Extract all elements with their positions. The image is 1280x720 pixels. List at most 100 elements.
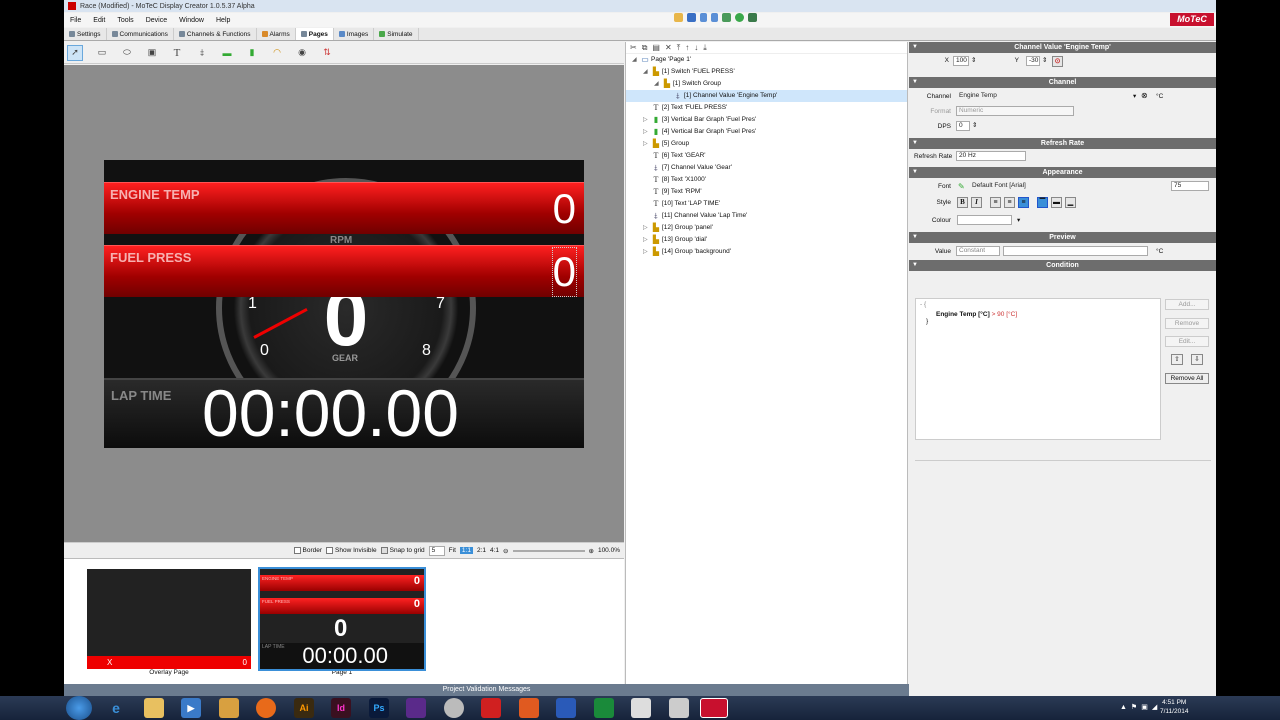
group-tool-icon[interactable]: ◉	[296, 47, 308, 59]
expand-toggle-icon[interactable]: ▷	[643, 246, 648, 258]
edit-condition-button[interactable]: Edit...	[1165, 336, 1209, 347]
align-right-icon[interactable]: ≡	[1018, 197, 1029, 208]
media-player-icon[interactable]: ▶	[181, 698, 201, 718]
tab-images[interactable]: Images	[334, 28, 375, 40]
menu-help[interactable]: Help	[210, 17, 236, 24]
tree-item[interactable]: ◢ ▙ [1] Switch Group	[626, 78, 907, 90]
remove-condition-button[interactable]: Remove	[1165, 318, 1209, 329]
font-size-select[interactable]: 75	[1171, 181, 1209, 191]
align-left-icon[interactable]: ≡	[990, 197, 1001, 208]
tree-item[interactable]: ▷ ▙ [12] Group 'panel'	[626, 222, 907, 234]
horizontal-bar-tool-icon[interactable]: ▬	[221, 47, 233, 59]
expand-toggle-icon[interactable]: ◢	[632, 54, 637, 66]
y-input[interactable]: -30	[1026, 56, 1040, 66]
illustrator-icon[interactable]: Ai	[294, 698, 314, 718]
undo-icon[interactable]	[700, 13, 707, 22]
paste-icon[interactable]: ▤	[652, 43, 660, 52]
format-select[interactable]: Numeric	[956, 106, 1074, 116]
gear-value[interactable]: 0	[314, 288, 378, 358]
move-up-icon[interactable]: ↑	[685, 43, 689, 52]
tree-item[interactable]: ▷ ▙ [14] Group 'background'	[626, 246, 907, 258]
position-pick-icon[interactable]: ⊙	[1052, 56, 1063, 67]
move-down-icon[interactable]: ↓	[694, 43, 698, 52]
photoshop-icon[interactable]: Ps	[369, 698, 389, 718]
pointer-tool-icon[interactable]: ➚	[67, 44, 83, 61]
tree-item[interactable]: T [9] Text 'RPM'	[626, 186, 907, 198]
engine-temp-value[interactable]: 0	[553, 185, 576, 233]
refresh-section-header[interactable]: Refresh Rate	[909, 138, 1216, 149]
snap-input[interactable]: 5	[428, 545, 445, 556]
word-icon[interactable]	[556, 698, 576, 718]
engine-temp-bar[interactable]: ENGINE TEMP 0	[104, 182, 584, 234]
delete-icon[interactable]: ✕	[665, 43, 672, 52]
zoom-fit[interactable]: Fit	[449, 547, 456, 554]
thumb-page-1[interactable]: ENGINE TEMP 0 FUEL PRESS 0 0 LAP TIME 00:00…	[258, 567, 426, 679]
align-center-icon[interactable]: ≡	[1004, 197, 1015, 208]
zoom-in-icon[interactable]: ⊕	[589, 547, 594, 555]
premiere-icon[interactable]	[406, 698, 426, 718]
ellipse-tool-icon[interactable]: ⬭	[121, 47, 133, 59]
bold-button[interactable]: B	[957, 197, 968, 208]
tab-alarms[interactable]: Alarms	[257, 28, 296, 40]
valign-middle-icon[interactable]: ▬	[1051, 197, 1062, 208]
expand-toggle-icon[interactable]: ▷	[643, 138, 648, 150]
expand-toggle-icon[interactable]: ▷	[643, 234, 648, 246]
text-tool-icon[interactable]: T	[171, 47, 183, 59]
tab-simulate[interactable]: Simulate	[374, 28, 419, 40]
tab-channels[interactable]: Channels & Functions	[174, 28, 257, 40]
design-canvas[interactable]: RPM 1 0 7 8 0 GEAR ENGINE TEMP 0 FUEL PR…	[64, 65, 624, 542]
value-mode-select[interactable]: Constant	[956, 246, 1000, 256]
menu-file[interactable]: File	[64, 17, 87, 24]
add-condition-button[interactable]: Add...	[1165, 299, 1209, 310]
channel-dropdown-icon[interactable]: ▾	[1133, 92, 1136, 100]
image-tool-icon[interactable]: ▣	[146, 47, 158, 59]
acrobat-icon[interactable]	[481, 698, 501, 718]
folder-icon[interactable]	[219, 698, 239, 718]
lap-time-value[interactable]: 00:00.00	[202, 378, 459, 448]
ie-icon[interactable]: e	[106, 698, 126, 718]
switch-tool-icon[interactable]: ⇅	[321, 47, 333, 59]
preview-section-header[interactable]: Preview	[909, 232, 1216, 243]
snap-checkbox[interactable]: Snap to grid	[380, 546, 425, 554]
x-input[interactable]: 100	[953, 56, 969, 66]
dps-spinner-icon[interactable]: ⇕	[972, 121, 977, 129]
tree-item[interactable]: T [2] Text 'FUEL PRESS'	[626, 102, 907, 114]
open-icon[interactable]	[674, 13, 683, 22]
expand-toggle-icon[interactable]: ◢	[643, 66, 648, 78]
show-invisible-checkbox[interactable]: Show Invisible	[326, 546, 377, 554]
colour-dropdown-icon[interactable]: ▾	[1017, 216, 1020, 224]
copy-icon[interactable]: ⧉	[642, 43, 648, 53]
menu-window[interactable]: Window	[173, 17, 210, 24]
tree-item[interactable]: ▷ ▙ [5] Group	[626, 138, 907, 150]
zoom-4-1[interactable]: 4:1	[490, 547, 499, 554]
display-preview[interactable]: RPM 1 0 7 8 0 GEAR ENGINE TEMP 0 FUEL PR…	[104, 160, 584, 448]
move-top-icon[interactable]: ⤒	[677, 43, 681, 53]
channel-value-tool-icon[interactable]: ⤈	[196, 47, 208, 59]
window-app-icon-2[interactable]	[669, 698, 689, 718]
tree-item[interactable]: T [10] Text 'LAP TIME'	[626, 198, 907, 210]
channel-section-header[interactable]: Channel	[909, 77, 1216, 88]
redo-icon[interactable]	[711, 13, 718, 22]
zoom-slider[interactable]	[512, 549, 585, 552]
lap-time-panel[interactable]: LAP TIME 00:00.00	[104, 378, 584, 448]
zoom-2-1[interactable]: 2:1	[477, 547, 486, 554]
move-down-icon[interactable]: ⇩	[1191, 354, 1203, 365]
tree-item[interactable]: ⤈ [7] Channel Value 'Gear'	[626, 162, 907, 174]
menu-edit[interactable]: Edit	[87, 17, 111, 24]
window-app-icon[interactable]	[631, 698, 651, 718]
gauge-tool-icon[interactable]: ◠	[271, 47, 283, 59]
fuel-press-value[interactable]: 0	[551, 247, 578, 297]
tree-item[interactable]: ◢ ▙ [1] Switch 'FUEL PRESS'	[626, 66, 907, 78]
validate-icon[interactable]	[735, 13, 744, 22]
indesign-icon[interactable]: Id	[331, 698, 351, 718]
tray-icons[interactable]: ▲⚑▣◢	[1120, 703, 1161, 711]
tree-item[interactable]: ▷ ▮ [3] Vertical Bar Graph 'Fuel Pres'	[626, 114, 907, 126]
font-select[interactable]: Default Font [Arial]	[969, 181, 1163, 191]
tab-communications[interactable]: Communications	[107, 28, 174, 40]
clock[interactable]: 4:51 PM 7/11/2014	[1160, 698, 1188, 716]
send-icon[interactable]	[748, 13, 757, 22]
expand-toggle-icon[interactable]: ◢	[654, 78, 659, 90]
move-up-icon[interactable]: ⇧	[1171, 354, 1183, 365]
x-spinner-icon[interactable]: ⇕	[971, 56, 976, 64]
rectangle-tool-icon[interactable]: ▭	[96, 47, 108, 59]
